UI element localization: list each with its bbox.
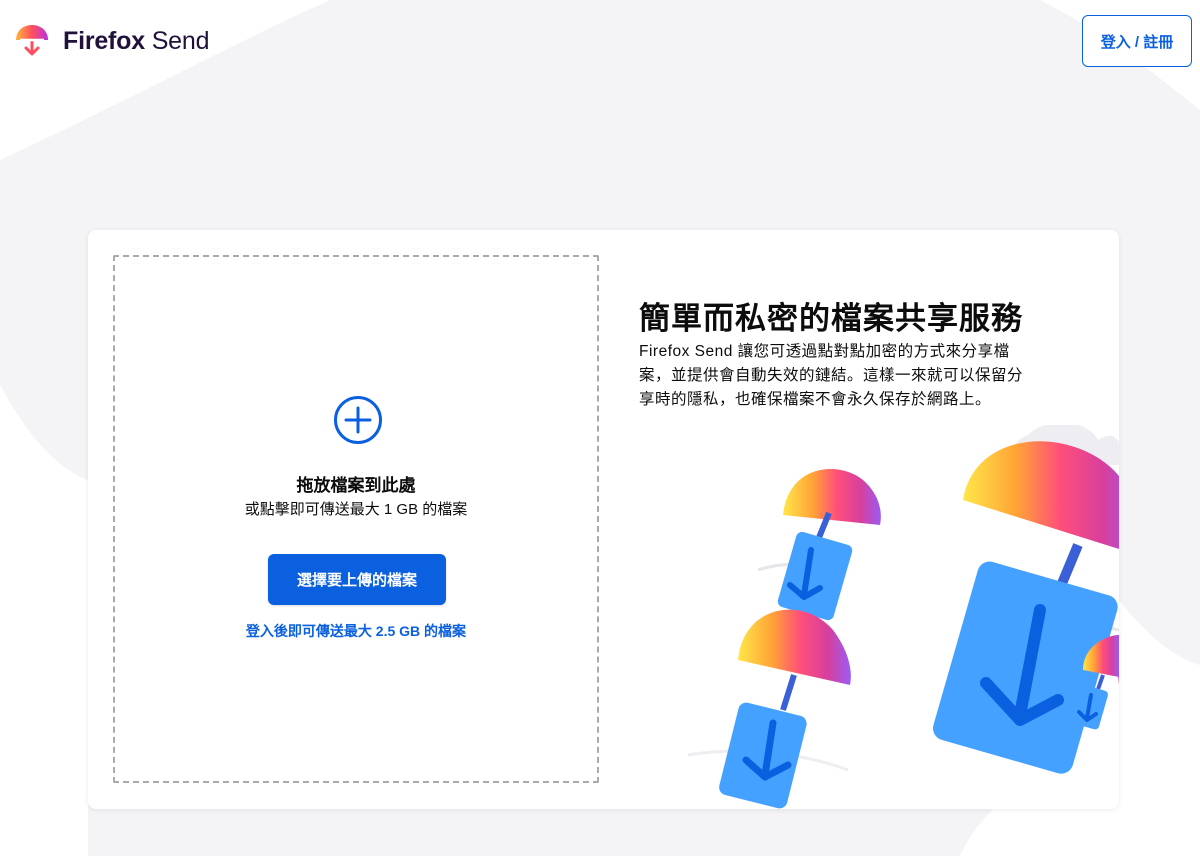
drop-subtitle: 或點擊即可傳送最大 1 GB 的檔案 xyxy=(244,501,468,518)
drop-title: 拖放檔案到此處 xyxy=(296,476,416,495)
parachute-files-illustration-icon xyxy=(687,425,1119,809)
header: Firefox Send 登入 / 註冊 xyxy=(0,0,1200,90)
intro-description: Firefox Send 讓您可透過點對點加密的方式來分享檔案，並提供會自動失效… xyxy=(639,343,1024,408)
file-dropzone[interactable]: 拖放檔案到此處 或點擊即可傳送最大 1 GB 的檔案 選擇要上傳的檔案 登入後即… xyxy=(113,255,599,783)
signin-button[interactable]: 登入 / 註冊 xyxy=(1082,15,1192,67)
logo-text: Firefox Send xyxy=(63,27,209,56)
intro-title: 簡單而私密的檔案共享服務 xyxy=(639,301,1023,336)
upload-card: 拖放檔案到此處 或點擊即可傳送最大 1 GB 的檔案 選擇要上傳的檔案 登入後即… xyxy=(88,230,1119,809)
logo-text-bold: Firefox xyxy=(63,26,145,55)
logo-text-light: Send xyxy=(151,26,210,55)
firefox-send-logo-icon xyxy=(16,25,48,56)
choose-file-button[interactable]: 選擇要上傳的檔案 xyxy=(268,554,446,605)
plus-circle-icon[interactable] xyxy=(333,395,383,445)
app-logo[interactable]: Firefox Send xyxy=(13,22,209,60)
signin-hint-link[interactable]: 登入後即可傳送最大 2.5 GB 的檔案 xyxy=(115,621,597,641)
